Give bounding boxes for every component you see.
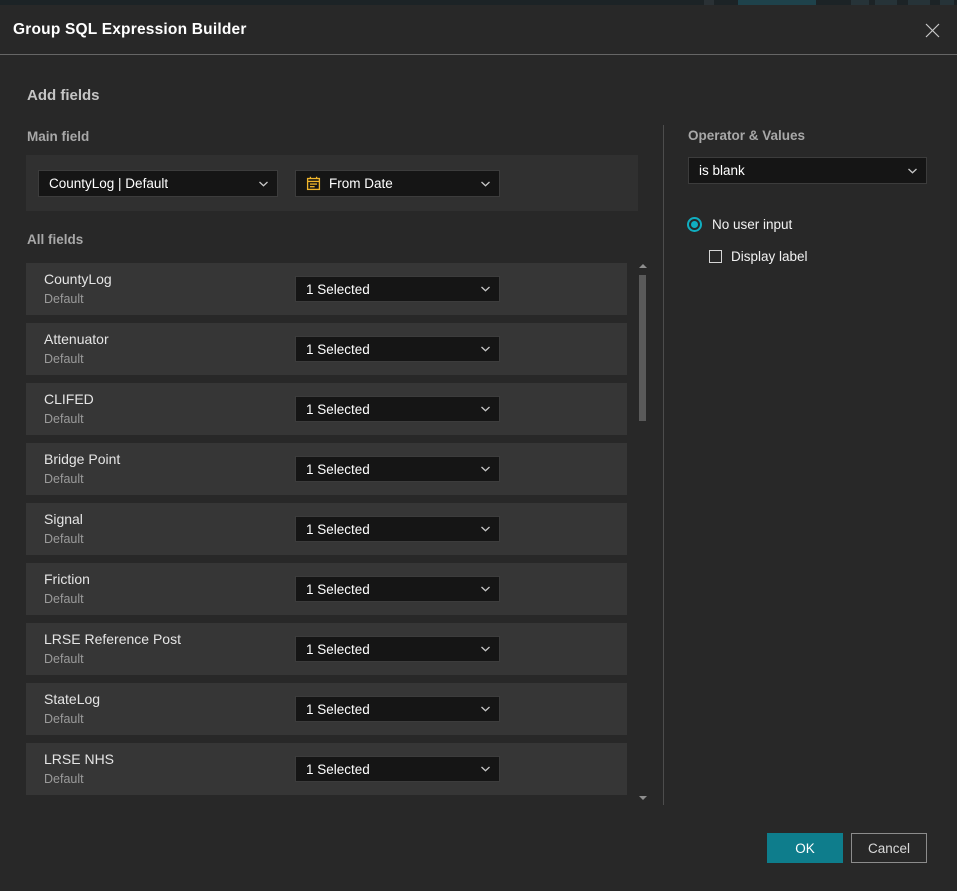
scrollbar-thumb[interactable] — [639, 275, 646, 421]
field-selection-select[interactable]: 1 Selected — [295, 336, 500, 362]
display-label-checkbox[interactable]: Display label — [709, 249, 808, 264]
field-subtitle: Default — [44, 292, 84, 306]
close-button[interactable] — [922, 20, 942, 40]
field-subtitle: Default — [44, 532, 84, 546]
chevron-down-icon — [480, 286, 491, 293]
field-row: LRSE Reference Post Default 1 Selected — [26, 623, 627, 675]
field-selection-value: 1 Selected — [306, 642, 370, 657]
field-selection-value: 1 Selected — [306, 402, 370, 417]
radio-selected-icon — [687, 217, 702, 232]
dialog-title: Group SQL Expression Builder — [13, 5, 247, 55]
field-subtitle: Default — [44, 712, 84, 726]
field-row: Bridge Point Default 1 Selected — [26, 443, 627, 495]
group-sql-expression-builder-dialog: Group SQL Expression Builder Add fields … — [0, 5, 957, 891]
chevron-down-icon — [480, 706, 491, 713]
add-fields-heading: Add fields — [27, 87, 100, 104]
field-row: CountyLog Default 1 Selected — [26, 263, 627, 315]
field-selection-value: 1 Selected — [306, 462, 370, 477]
field-selection-value: 1 Selected — [306, 282, 370, 297]
operator-select[interactable]: is blank — [688, 157, 927, 184]
field-selection-value: 1 Selected — [306, 762, 370, 777]
display-label-label: Display label — [731, 249, 808, 264]
field-subtitle: Default — [44, 352, 84, 366]
operator-value: is blank — [699, 163, 745, 178]
field-name: CLIFED — [44, 391, 94, 407]
chevron-down-icon — [480, 766, 491, 773]
chevron-down-icon — [480, 586, 491, 593]
chevron-down-icon — [907, 167, 918, 174]
field-name: Signal — [44, 511, 83, 527]
main-field-source-select[interactable]: CountyLog | Default — [38, 170, 278, 197]
scroll-down-icon[interactable] — [639, 796, 647, 800]
field-row: LRSE NHS Default 1 Selected — [26, 743, 627, 795]
fields-scrollbar[interactable] — [638, 261, 648, 803]
field-subtitle: Default — [44, 472, 84, 486]
field-subtitle: Default — [44, 412, 84, 426]
cancel-button[interactable]: Cancel — [851, 833, 927, 863]
chevron-down-icon — [480, 406, 491, 413]
field-row: Signal Default 1 Selected — [26, 503, 627, 555]
field-name: CountyLog — [44, 271, 112, 287]
field-subtitle: Default — [44, 592, 84, 606]
dialog-header: Group SQL Expression Builder — [0, 5, 957, 55]
calendar-icon — [306, 176, 321, 191]
field-name: Bridge Point — [44, 451, 120, 467]
panel-divider — [663, 125, 664, 805]
field-selection-select[interactable]: 1 Selected — [295, 756, 500, 782]
field-selection-select[interactable]: 1 Selected — [295, 396, 500, 422]
chevron-down-icon — [258, 180, 269, 187]
chevron-down-icon — [480, 346, 491, 353]
all-fields-label: All fields — [27, 232, 83, 247]
field-selection-value: 1 Selected — [306, 522, 370, 537]
chevron-down-icon — [480, 526, 491, 533]
field-selection-select[interactable]: 1 Selected — [295, 276, 500, 302]
field-row: Attenuator Default 1 Selected — [26, 323, 627, 375]
field-name: Attenuator — [44, 331, 109, 347]
field-name: StateLog — [44, 691, 100, 707]
field-name: LRSE Reference Post — [44, 631, 181, 647]
field-selection-value: 1 Selected — [306, 342, 370, 357]
field-name: LRSE NHS — [44, 751, 114, 767]
field-row: Friction Default 1 Selected — [26, 563, 627, 615]
operator-values-label: Operator & Values — [688, 128, 805, 143]
field-row: StateLog Default 1 Selected — [26, 683, 627, 735]
main-field-attribute-select[interactable]: From Date — [295, 170, 500, 197]
main-field-panel: CountyLog | Default From Date — [26, 155, 638, 211]
field-selection-select[interactable]: 1 Selected — [295, 516, 500, 542]
chevron-down-icon — [480, 646, 491, 653]
no-user-input-radio[interactable]: No user input — [687, 217, 792, 232]
chevron-down-icon — [480, 180, 491, 187]
chevron-down-icon — [480, 466, 491, 473]
close-icon — [924, 22, 941, 39]
main-field-attribute-value: From Date — [329, 176, 393, 191]
checkbox-unchecked-icon — [709, 250, 722, 263]
main-field-label: Main field — [27, 129, 89, 144]
all-fields-list: CountyLog Default 1 Selected Attenuator … — [26, 263, 627, 795]
field-name: Friction — [44, 571, 90, 587]
field-selection-select[interactable]: 1 Selected — [295, 576, 500, 602]
scroll-up-icon[interactable] — [639, 264, 647, 268]
field-selection-value: 1 Selected — [306, 582, 370, 597]
main-field-source-value: CountyLog | Default — [49, 176, 168, 191]
field-subtitle: Default — [44, 772, 84, 786]
ok-button[interactable]: OK — [767, 833, 843, 863]
field-selection-select[interactable]: 1 Selected — [295, 636, 500, 662]
field-selection-value: 1 Selected — [306, 702, 370, 717]
field-subtitle: Default — [44, 652, 84, 666]
no-user-input-label: No user input — [712, 217, 792, 232]
field-selection-select[interactable]: 1 Selected — [295, 696, 500, 722]
field-row: CLIFED Default 1 Selected — [26, 383, 627, 435]
field-selection-select[interactable]: 1 Selected — [295, 456, 500, 482]
